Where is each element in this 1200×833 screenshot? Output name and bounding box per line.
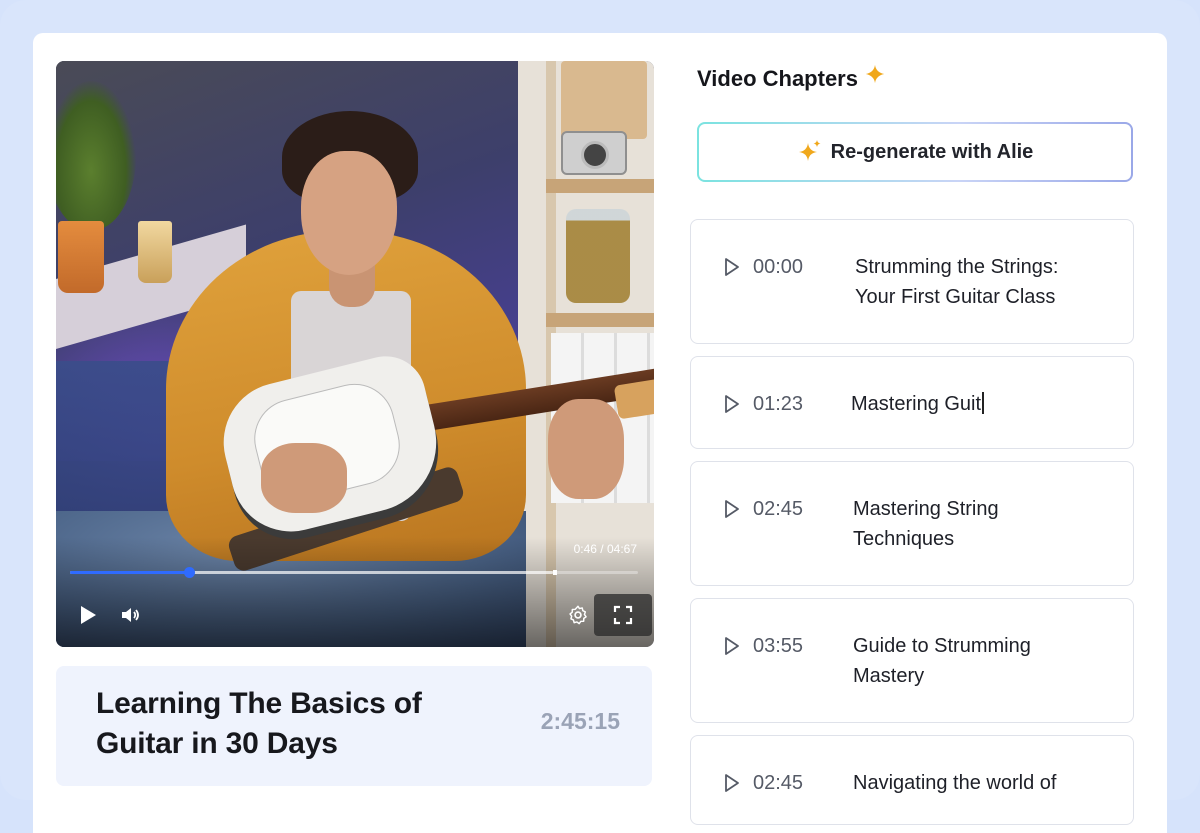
chapters-heading-text: Video Chapters (697, 66, 858, 91)
play-icon (725, 774, 739, 792)
chapter-title: Guide to Strumming Mastery (853, 635, 1031, 687)
video-frame (56, 61, 654, 647)
chapter-title: Strumming the Strings: Your First Guitar… (855, 256, 1059, 308)
chapter-time: 03:55 (753, 635, 804, 657)
playback-time: 0:46 / 04:67 (573, 542, 637, 556)
chapter-item[interactable]: 02:45 Mastering String Techniques (690, 461, 1134, 586)
fullscreen-icon (613, 605, 633, 625)
sparkle-icon (798, 140, 821, 161)
buffer-marker (552, 570, 557, 575)
play-icon (725, 395, 739, 413)
video-info-panel: Learning The Basics of Guitar in 30 Days… (56, 666, 652, 786)
chapter-title: Navigating the world of (853, 772, 1057, 794)
chapter-title-input[interactable]: Mastering Guit (851, 389, 1111, 419)
play-icon (725, 258, 739, 276)
chapter-time: 02:45 (753, 772, 804, 794)
text-caret (982, 392, 984, 414)
video-title: Learning The Basics of Guitar in 30 Days (96, 687, 422, 760)
gear-icon (569, 605, 587, 625)
play-icon (81, 606, 96, 624)
video-player[interactable]: 0:46 / 04:67 (56, 61, 654, 647)
play-button[interactable] (74, 601, 102, 629)
settings-button[interactable] (564, 601, 592, 629)
video-duration: 2:45:15 (540, 708, 620, 734)
chapter-item[interactable]: 03:55 Guide to Strumming Mastery (690, 598, 1134, 723)
chapter-title: Mastering String Techniques (853, 498, 999, 550)
chapter-item-editing[interactable]: 01:23 Mastering Guit (690, 356, 1134, 449)
chapter-time: 00:00 (753, 256, 804, 278)
regenerate-button[interactable]: Re-generate with Alie (697, 122, 1133, 182)
chapters-heading: Video Chapters (697, 64, 886, 92)
chapter-item[interactable]: 02:45 Navigating the world of (690, 735, 1134, 825)
fullscreen-button[interactable] (594, 594, 652, 636)
play-icon (725, 500, 739, 518)
volume-icon (122, 608, 139, 622)
chapter-title-text: Mastering Guit (851, 393, 982, 415)
chapter-item[interactable]: 00:00 Strumming the Strings: Your First … (690, 219, 1134, 344)
chapter-time: 01:23 (753, 393, 804, 415)
regenerate-label: Re-generate with Alie (830, 140, 1034, 163)
play-icon (725, 637, 739, 655)
chapter-time: 02:45 (753, 498, 804, 520)
volume-button[interactable] (116, 601, 144, 629)
progress-bar[interactable] (70, 567, 638, 578)
progress-played (70, 571, 190, 574)
sparkle-icon (865, 64, 885, 84)
